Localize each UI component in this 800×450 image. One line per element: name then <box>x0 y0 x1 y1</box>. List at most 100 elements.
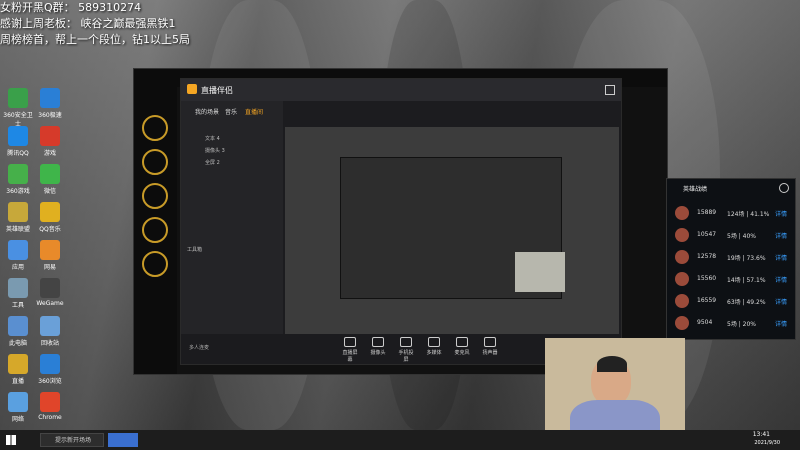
avatar <box>675 206 689 220</box>
tool-icon <box>428 337 440 347</box>
desktop-icon-label: QQ音乐 <box>39 226 61 233</box>
tool-label: 直播屏幕 <box>342 350 358 363</box>
bottom-tool[interactable]: 扬声器 <box>481 337 499 356</box>
clock-date: 2021/9/30 <box>754 440 780 446</box>
desktop-icon[interactable]: 网络 <box>2 392 34 423</box>
bottom-tool[interactable]: 直播屏幕 <box>341 337 359 363</box>
computer-icon <box>8 316 28 336</box>
side-btn-3[interactable] <box>142 183 168 209</box>
app-icon <box>40 240 60 260</box>
scene-item-1[interactable]: 文本 4 <box>205 135 220 142</box>
desktop-icon[interactable]: 360安全卫士 <box>2 88 34 128</box>
person-shirt <box>570 400 660 430</box>
rank-stat: 19场 | 73.6% <box>727 255 766 262</box>
overlay-line-2: 感谢上周老板： 峡谷之巅最强黑铁1 <box>0 17 176 30</box>
desktop-icon[interactable]: 英雄联盟 <box>2 202 34 233</box>
desktop-icon[interactable]: 360浏览 <box>34 354 66 385</box>
tool-label: 多媒体 <box>426 350 442 356</box>
toolbox-title: 工具箱 <box>187 247 203 253</box>
detail-link[interactable]: 详情 <box>775 209 787 218</box>
detail-link[interactable]: 详情 <box>775 275 787 284</box>
detail-link[interactable]: 详情 <box>775 297 787 306</box>
side-btn-4[interactable] <box>142 217 168 243</box>
scene-item-3[interactable]: 全屏 2 <box>205 159 220 166</box>
rank-stat: 14场 | 57.1% <box>727 277 766 284</box>
desktop-icon[interactable]: 腾讯QQ <box>2 126 34 157</box>
search-text: 提示新开场场 <box>55 437 92 444</box>
chrome-icon <box>40 392 60 412</box>
overlay-line-1: 女粉开黑Q群： 589310274 <box>0 1 142 14</box>
tool-icon <box>456 337 468 347</box>
rank-row: 9504 5场 | 20% 详情 <box>671 315 791 333</box>
desktop-icon[interactable]: 直播 <box>2 354 34 385</box>
desktop-icon[interactable]: 回收站 <box>34 316 66 347</box>
tool-label: 扬声器 <box>482 350 498 356</box>
rank-stat: 5场 | 20% <box>727 321 756 328</box>
bottom-tool[interactable]: 手机投屏 <box>397 337 415 363</box>
desktop-icon-label: Chrome <box>38 414 62 421</box>
desktop-icon[interactable]: QQ音乐 <box>34 202 66 233</box>
search-box[interactable]: 提示新开场场 <box>40 433 104 447</box>
desktop-icon[interactable]: 网易 <box>34 240 66 271</box>
avatar <box>675 250 689 264</box>
desktop-icon[interactable]: 此电脑 <box>2 316 34 347</box>
close-icon[interactable] <box>779 183 789 193</box>
rank-name: 15889 <box>697 209 717 216</box>
desktop-icon[interactable]: WeGame <box>34 278 66 307</box>
avatar <box>675 272 689 286</box>
game-icon <box>40 126 60 146</box>
qq-icon <box>8 126 28 146</box>
side-btn-1[interactable] <box>142 115 168 141</box>
bottom-tool[interactable]: 摄像头 <box>369 337 387 356</box>
shield-icon <box>8 88 28 108</box>
rank-name: 9504 <box>697 319 713 326</box>
close-icon[interactable] <box>605 85 615 95</box>
desktop-icon[interactable]: 360游戏 <box>2 164 34 195</box>
desktop-icon-label: 360游戏 <box>6 188 30 195</box>
panel-title: 英雄战绩 <box>683 186 708 193</box>
desktop-icon[interactable]: 360极速 <box>34 88 66 119</box>
desktop-icon[interactable]: 应用 <box>2 240 34 271</box>
start-icon[interactable] <box>6 435 16 445</box>
tool-icon <box>400 337 412 347</box>
live-preview <box>285 127 619 334</box>
desktop-icon-label: 应用 <box>11 264 24 271</box>
app-left-panel: 我的场景 音乐 直播间 文本 4 摄像头 3 全屏 2 工具箱 <box>181 101 283 334</box>
avatar <box>675 316 689 330</box>
side-btn-2[interactable] <box>142 149 168 175</box>
side-btn-5[interactable] <box>142 251 168 277</box>
hero-stats-panel: 英雄战绩 15889 124场 | 41.1% 详情 10547 5场 | 40% 详情 1… <box>666 178 796 340</box>
rank-row: 16559 63场 | 49.2% 详情 <box>671 293 791 311</box>
detail-link[interactable]: 详情 <box>775 231 787 240</box>
desktop-icon-label: 此电脑 <box>8 340 27 347</box>
bin-icon <box>40 316 60 336</box>
rank-row: 10547 5场 | 40% 详情 <box>671 227 791 245</box>
tab-music[interactable]: 音乐 <box>225 107 237 116</box>
game-icon <box>8 202 28 222</box>
browser-icon <box>40 88 60 108</box>
scene-item-2[interactable]: 摄像头 3 <box>205 147 225 154</box>
rank-stat: 63场 | 49.2% <box>727 299 766 306</box>
tool-icon <box>8 278 28 298</box>
bottom-tool[interactable]: 麦克风 <box>453 337 471 356</box>
detail-link[interactable]: 详情 <box>775 319 787 328</box>
desktop-icon-label: WeGame <box>36 300 64 307</box>
desktop-icon-label: 直播 <box>11 378 24 385</box>
person-hair <box>597 356 627 372</box>
desktop-icon[interactable]: 游戏 <box>34 126 66 157</box>
desktop-icon[interactable]: 工具 <box>2 278 34 309</box>
tool-icon <box>344 337 356 347</box>
tool-label: 手机投屏 <box>398 350 414 363</box>
avatar <box>675 294 689 308</box>
detail-link[interactable]: 详情 <box>775 253 787 262</box>
tab-scenes[interactable]: 我的场景 <box>195 107 219 116</box>
bottom-tool[interactable]: 多媒体 <box>425 337 443 356</box>
taskbar-app[interactable] <box>108 433 138 447</box>
live-icon <box>8 354 28 374</box>
desktop-icon[interactable]: 微信 <box>34 164 66 195</box>
app-icon <box>8 240 28 260</box>
desktop-icon[interactable]: Chrome <box>34 392 66 421</box>
webcam-feed <box>545 338 685 430</box>
rank-row: 15560 14场 | 57.1% 详情 <box>671 271 791 289</box>
tab-live-room[interactable]: 直播间 <box>245 107 263 116</box>
